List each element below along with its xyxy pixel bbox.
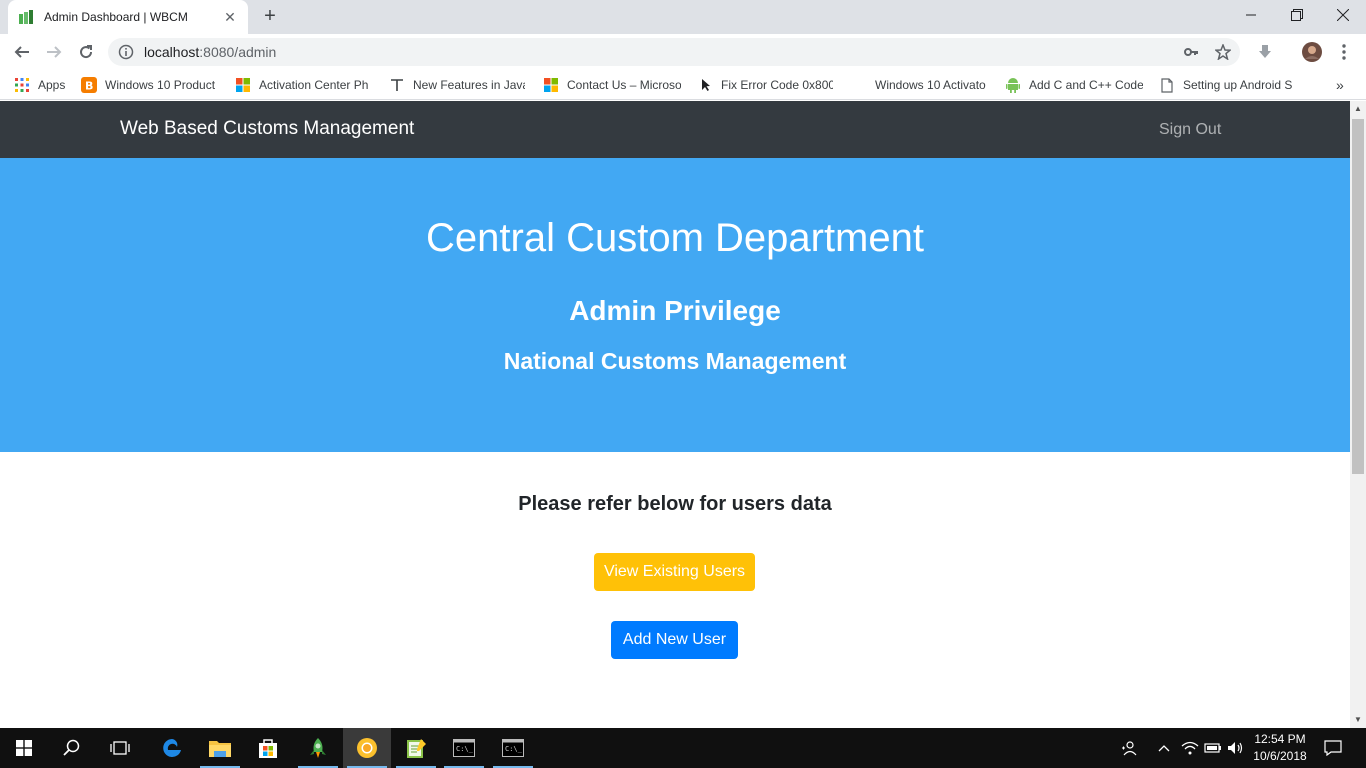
svg-text:C:\_: C:\_	[505, 745, 523, 753]
tab-strip: Admin Dashboard | WBCM ✕ +	[0, 0, 1366, 34]
clock-time: 12:54 PM	[1254, 732, 1306, 746]
taskbar-chrome[interactable]	[343, 728, 391, 768]
minimize-icon	[1246, 14, 1256, 16]
scrollbar-thumb[interactable]	[1352, 119, 1364, 474]
bookmark-star-icon[interactable]	[1209, 38, 1237, 66]
taskbar-edge[interactable]	[148, 728, 196, 768]
taskbar-notepad[interactable]	[392, 728, 440, 768]
browser-toolbar: localhost :8080/admin	[0, 34, 1366, 70]
new-tab-button[interactable]: +	[258, 5, 282, 29]
bookmark-activation-center[interactable]: Activation Center Ph	[235, 75, 373, 95]
site-brand[interactable]: Web Based Customs Management	[120, 118, 414, 140]
chrome-icon	[357, 738, 377, 758]
users-section-heading: Please refer below for users data	[518, 493, 832, 515]
taskbar-file-explorer[interactable]	[196, 728, 244, 768]
reload-icon	[80, 45, 93, 59]
bookmark-fix-error-code[interactable]: Fix Error Code 0x800	[697, 75, 833, 95]
url-host: localhost	[144, 44, 200, 60]
hero-banner: Central Custom Department Admin Privileg…	[0, 158, 1350, 452]
bookmark-contact-us-microsoft[interactable]: Contact Us – Microso	[543, 75, 681, 95]
rocket-icon	[310, 738, 326, 758]
bookmark-windows-10-activator[interactable]: Windows 10 Activato	[851, 75, 989, 95]
close-window-button[interactable]	[1320, 0, 1366, 30]
volume-icon[interactable]	[1226, 738, 1246, 758]
notepad-icon	[407, 739, 426, 758]
scroll-down-arrow-icon[interactable]: ▼	[1350, 712, 1366, 728]
terminal-icon: C:\_	[453, 739, 475, 757]
bookmark-windows-10-product[interactable]: B Windows 10 Product	[81, 75, 217, 95]
microsoft-icon	[235, 77, 251, 93]
bookmark-apps[interactable]: Apps	[14, 75, 74, 95]
blogger-icon: B	[81, 77, 97, 93]
taskbar-store[interactable]	[244, 728, 292, 768]
bookmark-new-features-java[interactable]: New Features in Java	[389, 75, 525, 95]
android-icon	[1005, 77, 1021, 93]
search-button[interactable]	[48, 728, 96, 768]
text-t-icon	[389, 77, 405, 93]
forward-arrow-icon	[47, 46, 62, 58]
taskbar-clock[interactable]: 12:54 PM 10/6/2018	[1248, 731, 1312, 765]
task-view-button[interactable]	[96, 728, 144, 768]
svg-text:C:\_: C:\_	[456, 745, 474, 753]
download-icon[interactable]	[1251, 38, 1279, 66]
restore-icon	[1291, 9, 1303, 21]
taskbar-rocket-app[interactable]	[294, 728, 342, 768]
sign-out-link[interactable]: Sign Out	[1159, 121, 1221, 139]
svg-text:B: B	[85, 80, 93, 93]
scroll-up-arrow-icon[interactable]: ▲	[1350, 101, 1366, 117]
url-path: :8080/admin	[199, 44, 277, 60]
task-view-icon	[110, 741, 130, 755]
forward-button[interactable]	[40, 38, 68, 66]
page-icon	[1159, 77, 1175, 93]
action-center-icon[interactable]	[1323, 738, 1343, 758]
taskbar-cmd-2[interactable]: C:\_	[489, 728, 537, 768]
info-icon[interactable]	[118, 44, 134, 60]
taskbar-cmd-1[interactable]: C:\_	[440, 728, 488, 768]
hero-subtitle: Admin Privilege	[569, 295, 781, 326]
start-button[interactable]	[0, 728, 48, 768]
apps-grid-icon	[14, 77, 30, 93]
page-viewport: Web Based Customs Management Sign Out Ce…	[0, 101, 1350, 728]
bookmarks-bar: Apps B Windows 10 Product Activation Cen…	[0, 70, 1366, 100]
bookmarks-overflow-button[interactable]: »	[1336, 75, 1352, 95]
bookmark-add-c-cpp-code[interactable]: Add C and C++ Code	[1005, 75, 1143, 95]
clock-date: 10/6/2018	[1253, 749, 1307, 763]
blank-icon	[851, 77, 867, 93]
back-button[interactable]	[8, 38, 36, 66]
site-navbar: Web Based Customs Management Sign Out	[0, 101, 1350, 158]
reload-button[interactable]	[72, 38, 100, 66]
hero-title: Central Custom Department	[426, 216, 924, 260]
page-scrollbar[interactable]: ▲ ▼	[1350, 101, 1366, 728]
windows-taskbar: C:\_ C:\_ 12:54 PM 10/6/2018	[0, 728, 1366, 768]
tab-close-icon[interactable]: ✕	[222, 9, 238, 25]
profile-avatar[interactable]	[1298, 38, 1326, 66]
microsoft-icon	[543, 77, 559, 93]
edge-icon	[163, 739, 181, 757]
minimize-button[interactable]	[1228, 0, 1274, 30]
folder-icon	[209, 741, 231, 757]
windows-logo-icon	[16, 740, 32, 756]
back-arrow-icon	[14, 46, 29, 58]
show-hidden-icons-chevron-icon[interactable]	[1154, 738, 1174, 758]
bookmark-setting-up-android[interactable]: Setting up Android S	[1159, 75, 1297, 95]
restore-button[interactable]	[1274, 0, 1320, 30]
view-existing-users-button[interactable]: View Existing Users	[594, 553, 755, 591]
terminal-icon: C:\_	[502, 739, 524, 757]
key-icon[interactable]	[1177, 38, 1205, 66]
tab-title: Admin Dashboard | WBCM	[44, 10, 188, 24]
hero-tagline: National Customs Management	[503, 348, 847, 374]
store-bag-icon	[259, 739, 277, 758]
wifi-icon[interactable]	[1180, 738, 1200, 758]
wbcm-favicon-icon	[18, 9, 34, 25]
add-new-user-button[interactable]: Add New User	[611, 621, 738, 659]
browser-tab-active[interactable]: Admin Dashboard | WBCM ✕	[8, 0, 248, 34]
cursor-icon	[697, 77, 713, 93]
chrome-menu-icon[interactable]	[1330, 38, 1358, 66]
close-icon	[1337, 9, 1349, 21]
address-bar[interactable]: localhost :8080/admin	[108, 38, 1240, 66]
battery-icon[interactable]	[1203, 738, 1223, 758]
search-icon	[63, 739, 80, 756]
people-icon[interactable]	[1119, 738, 1139, 758]
